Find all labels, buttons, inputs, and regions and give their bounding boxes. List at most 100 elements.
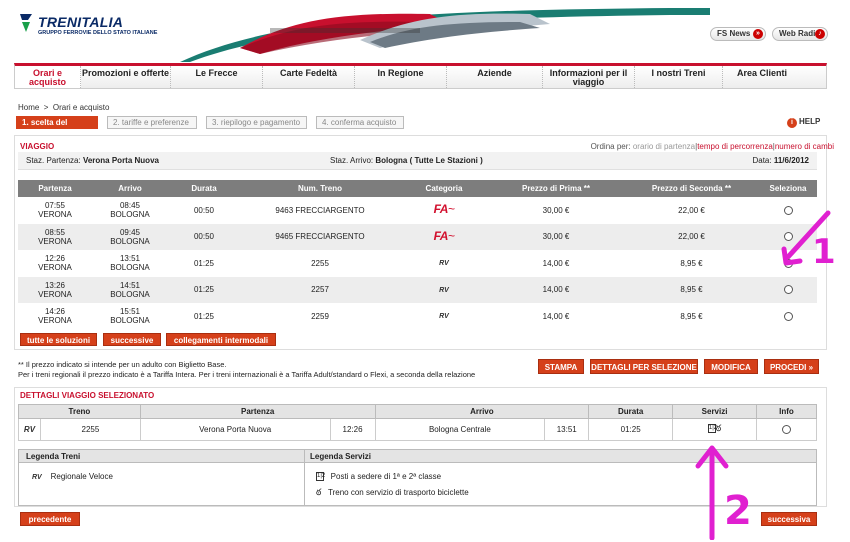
result-row[interactable]: 12:26 VERONA 13:51 BOLOGNA 01:25 2255 RV 14,00 … bbox=[18, 250, 817, 277]
result-row[interactable]: 08:55 VERONA 09:45 BOLOGNA 00:50 9465 FRECCIA… bbox=[18, 223, 817, 251]
det-col-partenza: Partenza bbox=[139, 404, 376, 419]
data-value: 11/6/2012 bbox=[773, 156, 809, 165]
dep-time: 13:26 bbox=[44, 280, 66, 290]
dep-station: VERONA bbox=[38, 210, 72, 219]
dep-cell: 13:26 VERONA bbox=[18, 276, 92, 304]
category-cell: RV bbox=[400, 250, 488, 277]
tariff-note: Per i treni regionali il prezzo indicato… bbox=[18, 370, 476, 379]
order-by-label: Ordina per: bbox=[590, 142, 631, 151]
arrivo-label: Staz. Arrivo: bbox=[330, 156, 374, 165]
dep-time: 08:55 bbox=[44, 227, 66, 237]
arr-station: BOLOGNA bbox=[110, 263, 150, 273]
col-categoria: Categoria bbox=[400, 180, 488, 197]
dettagli-title: DETTAGLI VIAGGIO SELEZIONATO bbox=[20, 391, 155, 400]
arrow-icon: » bbox=[753, 29, 763, 39]
select-radio[interactable] bbox=[783, 311, 793, 321]
select-radio[interactable] bbox=[783, 285, 793, 295]
duration-cell: 00:50 bbox=[168, 223, 240, 251]
step-scelta-viaggio: 1. scelta del viaggio bbox=[16, 116, 98, 138]
price-first-cell: 14,00 € bbox=[488, 250, 624, 277]
category-cell: FA~ bbox=[400, 223, 488, 251]
legend-bike-label: Treno con servizio di trasporto biciclet… bbox=[328, 488, 469, 497]
legenda-divider bbox=[304, 449, 305, 506]
select-cell bbox=[759, 303, 817, 330]
partenza-label: Staz. Partenza: bbox=[26, 156, 81, 165]
fs-news-button[interactable]: FS News » bbox=[710, 27, 766, 41]
col-seleziona: Seleziona bbox=[759, 180, 817, 197]
dep-cell: 08:55 VERONA bbox=[18, 223, 92, 251]
legend-rv-code: RV bbox=[32, 474, 42, 481]
successive-button[interactable]: successive bbox=[103, 333, 161, 346]
nav-aziende[interactable]: Aziende bbox=[447, 66, 543, 88]
dep-time: 14:26 bbox=[44, 307, 66, 317]
train-cell: 2259 bbox=[240, 303, 400, 330]
fs-news-label: FS News bbox=[717, 29, 751, 38]
viaggio-title: VIAGGIO bbox=[20, 142, 55, 151]
nav-area-clienti[interactable]: Area Clienti bbox=[723, 66, 801, 88]
results-table: Partenza Arrivo Durata Num. Treno Catego… bbox=[18, 180, 817, 330]
nav-informazioni-viaggio[interactable]: Informazioni per il viaggio bbox=[543, 66, 635, 88]
procedi-button[interactable]: PROCEDI » bbox=[764, 359, 819, 374]
legend-seat-label: Posti a sedere di 1ª e 2ª classe bbox=[330, 472, 442, 481]
brand-subtitle: GRUPPO FERROVIE DELLO STATO ITALIANE bbox=[38, 30, 158, 36]
price-second-cell: 22,00 € bbox=[624, 223, 759, 251]
legenda-servizi-item-seat: 1|2 Posti a sedere di 1ª e 2ª classe bbox=[316, 472, 442, 482]
legenda-treni-title: Legenda Treni bbox=[26, 452, 81, 461]
tutte-soluzioni-button[interactable]: tutte le soluzioni bbox=[20, 333, 97, 346]
category-logo: FA~ bbox=[433, 202, 455, 216]
bicycle-icon: ఠ bbox=[316, 487, 322, 497]
price-first-cell: 14,00 € bbox=[488, 276, 624, 304]
breadcrumb-home[interactable]: Home bbox=[18, 103, 39, 112]
col-num-treno: Num. Treno bbox=[240, 180, 400, 197]
dettagli-header-row: Treno Partenza Arrivo Durata Servizi Inf… bbox=[18, 404, 817, 419]
price-second-cell: 8,95 € bbox=[624, 250, 759, 277]
train-cell: 9463 FRECCIARGENTO bbox=[240, 197, 400, 224]
result-row[interactable]: 07:55 VERONA 08:45 BOLOGNA 00:50 9463 FRECCIA… bbox=[18, 197, 817, 224]
order-orario-partenza[interactable]: orario di partenza bbox=[633, 142, 695, 151]
duration-cell: 01:25 bbox=[168, 276, 240, 304]
order-numero-cambi[interactable]: numero di cambi bbox=[775, 142, 834, 151]
det-dep-station: Verona Porta Nuova bbox=[139, 418, 331, 441]
det-col-durata: Durata bbox=[588, 404, 674, 419]
col-durata: Durata bbox=[168, 180, 240, 197]
stampa-button[interactable]: STAMPA bbox=[538, 359, 584, 374]
category-logo: RV bbox=[439, 286, 449, 294]
price-second-cell: 8,95 € bbox=[624, 276, 759, 304]
successiva-button[interactable]: successiva bbox=[761, 512, 817, 526]
info-radio[interactable] bbox=[782, 425, 791, 435]
modifica-button[interactable]: MODIFICA bbox=[704, 359, 758, 374]
nav-in-regione[interactable]: In Regione bbox=[355, 66, 447, 88]
collegamenti-intermodali-button[interactable]: collegamenti intermodali bbox=[166, 333, 276, 346]
station-bar: Staz. Partenza: Verona Porta Nuova Staz.… bbox=[18, 152, 817, 170]
det-arr-time: 13:51 bbox=[544, 418, 590, 441]
dep-station: VERONA bbox=[38, 316, 72, 326]
seat-icon[interactable]: 1|2 bbox=[707, 424, 717, 434]
nav-orari-acquisto[interactable]: Orari e acquisto bbox=[15, 66, 81, 88]
det-train: 2255 bbox=[39, 418, 141, 441]
breadcrumb-current: Orari e acquisto bbox=[52, 103, 110, 112]
category-cell: RV bbox=[400, 276, 488, 304]
breadcrumb-separator: > bbox=[43, 103, 49, 112]
help-link[interactable]: i HELP bbox=[787, 117, 820, 128]
arr-cell: 09:45 BOLOGNA bbox=[92, 223, 168, 251]
step-conferma: 4. conferma acquisto bbox=[316, 116, 404, 129]
trenitalia-logo[interactable]: TRENITALIA GRUPPO FERROVIE DELLO STATO I… bbox=[18, 12, 157, 46]
bicycle-icon[interactable]: ఠ bbox=[716, 423, 721, 433]
nav-carte-fedelta[interactable]: Carte Fedeltà bbox=[263, 66, 355, 88]
col-prezzo-prima: Prezzo di Prima ** bbox=[488, 180, 624, 197]
order-tempo-percorrenza[interactable]: tempo di percorrenza bbox=[697, 142, 773, 151]
precedente-button[interactable]: precedente bbox=[20, 512, 80, 526]
result-row[interactable]: 13:26 VERONA 14:51 BOLOGNA 01:25 2257 RV 14,00 … bbox=[18, 276, 817, 304]
nav-le-frecce[interactable]: Le Frecce bbox=[171, 66, 263, 88]
dettagli-selezione-button[interactable]: DETTAGLI PER SELEZIONE bbox=[590, 359, 698, 374]
det-services: 1|2ఠ bbox=[672, 418, 757, 441]
det-col-treno: Treno bbox=[18, 404, 141, 419]
dettagli-row: RV 2255 Verona Porta Nuova 12:26 Bologna… bbox=[18, 418, 817, 441]
result-row[interactable]: 14:26 VERONA 15:51 BOLOGNA 01:25 2259 RV 14,00 … bbox=[18, 303, 817, 330]
frecciarossa-banner-image bbox=[180, 8, 710, 62]
nav-nostri-treni[interactable]: I nostri Treni bbox=[635, 66, 723, 88]
partenza-info: Staz. Partenza: Verona Porta Nuova bbox=[26, 152, 159, 170]
arr-cell: 15:51 BOLOGNA bbox=[92, 303, 168, 330]
web-radio-button[interactable]: Web Radio ♪ bbox=[772, 27, 828, 41]
nav-promozioni[interactable]: Promozioni e offerte bbox=[81, 66, 171, 88]
